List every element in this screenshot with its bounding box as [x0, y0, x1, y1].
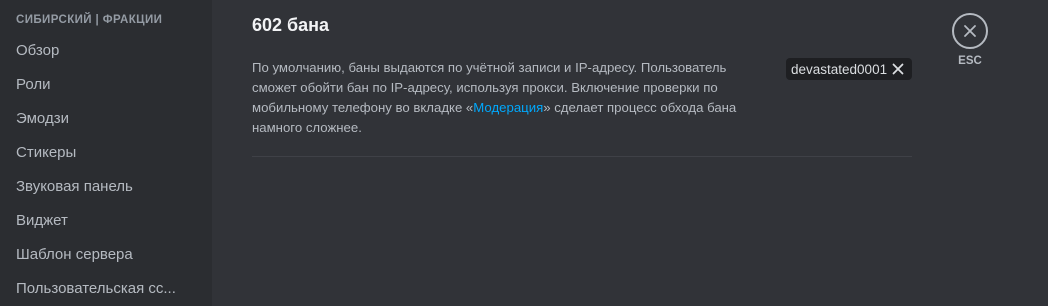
ban-search-input[interactable]: devastated0001 — [786, 58, 912, 80]
sidebar-item-widget[interactable]: Виджет — [8, 204, 204, 238]
sidebar-item-emoji[interactable]: Эмодзи — [8, 102, 204, 136]
esc-label: ESC — [958, 55, 982, 67]
bans-description: По умолчанию, баны выдаются по учётной з… — [252, 58, 752, 138]
sidebar-server-header: СИБИРСКИЙ | ФРАКЦИИ — [16, 14, 163, 26]
close-icon — [964, 25, 976, 37]
sidebar-item-custom-link[interactable]: Пользовательская сс... — [8, 272, 204, 306]
moderation-link[interactable]: Модерация — [473, 100, 543, 115]
sidebar-nav: Обзор Роли Эмодзи Стикеры Звуковая панел… — [8, 34, 204, 306]
sidebar-item-server-template[interactable]: Шаблон сервера — [8, 238, 204, 272]
sidebar-item-roles[interactable]: Роли — [8, 68, 204, 102]
divider — [252, 156, 912, 157]
close-settings: ESC — [952, 13, 988, 67]
search-value[interactable]: devastated0001 — [786, 62, 887, 77]
bans-page: 602 бана По умолчанию, баны выдаются по … — [212, 0, 1048, 306]
page-title: 602 бана — [252, 15, 330, 35]
sidebar-item-stickers[interactable]: Стикеры — [8, 136, 204, 170]
close-icon[interactable] — [887, 58, 909, 80]
sidebar-item-soundboard[interactable]: Звуковая панель — [8, 170, 204, 204]
sidebar-item-overview[interactable]: Обзор — [8, 34, 204, 68]
close-button[interactable] — [952, 13, 988, 49]
settings-sidebar: СИБИРСКИЙ | ФРАКЦИИ Обзор Роли Эмодзи Ст… — [0, 0, 212, 306]
